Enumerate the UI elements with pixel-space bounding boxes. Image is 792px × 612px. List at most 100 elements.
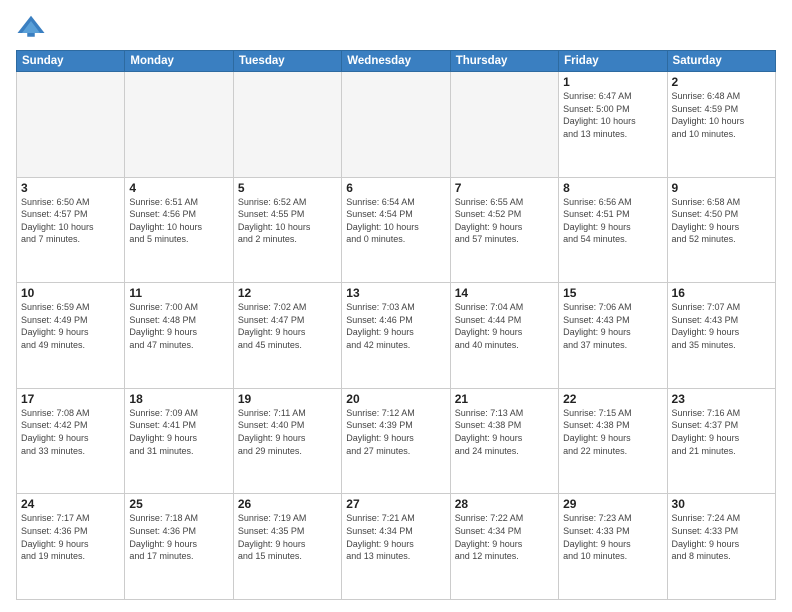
day-number: 11 <box>129 286 228 300</box>
day-detail: Sunrise: 7:06 AM Sunset: 4:43 PM Dayligh… <box>563 301 662 351</box>
day-number: 9 <box>672 181 771 195</box>
day-number: 6 <box>346 181 445 195</box>
day-number: 13 <box>346 286 445 300</box>
calendar-cell: 7Sunrise: 6:55 AM Sunset: 4:52 PM Daylig… <box>450 177 558 283</box>
day-header-sunday: Sunday <box>17 51 125 72</box>
day-header-friday: Friday <box>559 51 667 72</box>
day-number: 10 <box>21 286 120 300</box>
day-header-wednesday: Wednesday <box>342 51 450 72</box>
day-detail: Sunrise: 7:04 AM Sunset: 4:44 PM Dayligh… <box>455 301 554 351</box>
day-number: 18 <box>129 392 228 406</box>
day-number: 14 <box>455 286 554 300</box>
day-detail: Sunrise: 7:00 AM Sunset: 4:48 PM Dayligh… <box>129 301 228 351</box>
day-number: 19 <box>238 392 337 406</box>
calendar-cell: 25Sunrise: 7:18 AM Sunset: 4:36 PM Dayli… <box>125 494 233 600</box>
week-row-2: 3Sunrise: 6:50 AM Sunset: 4:57 PM Daylig… <box>17 177 776 283</box>
day-header-thursday: Thursday <box>450 51 558 72</box>
day-detail: Sunrise: 7:15 AM Sunset: 4:38 PM Dayligh… <box>563 407 662 457</box>
day-number: 23 <box>672 392 771 406</box>
day-detail: Sunrise: 6:47 AM Sunset: 5:00 PM Dayligh… <box>563 90 662 140</box>
calendar-cell: 22Sunrise: 7:15 AM Sunset: 4:38 PM Dayli… <box>559 388 667 494</box>
calendar-cell: 11Sunrise: 7:00 AM Sunset: 4:48 PM Dayli… <box>125 283 233 389</box>
calendar-body: 1Sunrise: 6:47 AM Sunset: 5:00 PM Daylig… <box>17 72 776 600</box>
calendar-cell: 10Sunrise: 6:59 AM Sunset: 4:49 PM Dayli… <box>17 283 125 389</box>
calendar: SundayMondayTuesdayWednesdayThursdayFrid… <box>16 50 776 600</box>
calendar-cell <box>125 72 233 178</box>
logo-icon <box>16 12 46 42</box>
day-number: 26 <box>238 497 337 511</box>
calendar-cell: 19Sunrise: 7:11 AM Sunset: 4:40 PM Dayli… <box>233 388 341 494</box>
day-number: 5 <box>238 181 337 195</box>
day-detail: Sunrise: 7:08 AM Sunset: 4:42 PM Dayligh… <box>21 407 120 457</box>
day-detail: Sunrise: 6:55 AM Sunset: 4:52 PM Dayligh… <box>455 196 554 246</box>
calendar-cell: 5Sunrise: 6:52 AM Sunset: 4:55 PM Daylig… <box>233 177 341 283</box>
calendar-cell: 16Sunrise: 7:07 AM Sunset: 4:43 PM Dayli… <box>667 283 775 389</box>
calendar-cell: 9Sunrise: 6:58 AM Sunset: 4:50 PM Daylig… <box>667 177 775 283</box>
day-number: 4 <box>129 181 228 195</box>
calendar-cell: 29Sunrise: 7:23 AM Sunset: 4:33 PM Dayli… <box>559 494 667 600</box>
calendar-cell: 24Sunrise: 7:17 AM Sunset: 4:36 PM Dayli… <box>17 494 125 600</box>
calendar-cell: 27Sunrise: 7:21 AM Sunset: 4:34 PM Dayli… <box>342 494 450 600</box>
week-row-1: 1Sunrise: 6:47 AM Sunset: 5:00 PM Daylig… <box>17 72 776 178</box>
calendar-cell: 17Sunrise: 7:08 AM Sunset: 4:42 PM Dayli… <box>17 388 125 494</box>
day-header-saturday: Saturday <box>667 51 775 72</box>
calendar-cell: 8Sunrise: 6:56 AM Sunset: 4:51 PM Daylig… <box>559 177 667 283</box>
calendar-cell: 4Sunrise: 6:51 AM Sunset: 4:56 PM Daylig… <box>125 177 233 283</box>
day-detail: Sunrise: 7:09 AM Sunset: 4:41 PM Dayligh… <box>129 407 228 457</box>
day-detail: Sunrise: 6:52 AM Sunset: 4:55 PM Dayligh… <box>238 196 337 246</box>
day-detail: Sunrise: 6:59 AM Sunset: 4:49 PM Dayligh… <box>21 301 120 351</box>
day-detail: Sunrise: 6:54 AM Sunset: 4:54 PM Dayligh… <box>346 196 445 246</box>
day-detail: Sunrise: 7:17 AM Sunset: 4:36 PM Dayligh… <box>21 512 120 562</box>
calendar-cell: 23Sunrise: 7:16 AM Sunset: 4:37 PM Dayli… <box>667 388 775 494</box>
day-detail: Sunrise: 6:51 AM Sunset: 4:56 PM Dayligh… <box>129 196 228 246</box>
week-row-4: 17Sunrise: 7:08 AM Sunset: 4:42 PM Dayli… <box>17 388 776 494</box>
calendar-cell: 28Sunrise: 7:22 AM Sunset: 4:34 PM Dayli… <box>450 494 558 600</box>
day-number: 22 <box>563 392 662 406</box>
calendar-cell <box>233 72 341 178</box>
day-detail: Sunrise: 7:24 AM Sunset: 4:33 PM Dayligh… <box>672 512 771 562</box>
calendar-cell: 30Sunrise: 7:24 AM Sunset: 4:33 PM Dayli… <box>667 494 775 600</box>
calendar-cell <box>17 72 125 178</box>
day-header-tuesday: Tuesday <box>233 51 341 72</box>
day-header-monday: Monday <box>125 51 233 72</box>
day-number: 3 <box>21 181 120 195</box>
calendar-cell: 18Sunrise: 7:09 AM Sunset: 4:41 PM Dayli… <box>125 388 233 494</box>
day-detail: Sunrise: 7:22 AM Sunset: 4:34 PM Dayligh… <box>455 512 554 562</box>
day-number: 25 <box>129 497 228 511</box>
day-detail: Sunrise: 7:07 AM Sunset: 4:43 PM Dayligh… <box>672 301 771 351</box>
calendar-cell: 2Sunrise: 6:48 AM Sunset: 4:59 PM Daylig… <box>667 72 775 178</box>
day-number: 12 <box>238 286 337 300</box>
calendar-cell <box>450 72 558 178</box>
calendar-cell: 26Sunrise: 7:19 AM Sunset: 4:35 PM Dayli… <box>233 494 341 600</box>
calendar-cell: 15Sunrise: 7:06 AM Sunset: 4:43 PM Dayli… <box>559 283 667 389</box>
calendar-cell: 3Sunrise: 6:50 AM Sunset: 4:57 PM Daylig… <box>17 177 125 283</box>
day-detail: Sunrise: 6:58 AM Sunset: 4:50 PM Dayligh… <box>672 196 771 246</box>
day-number: 21 <box>455 392 554 406</box>
day-detail: Sunrise: 6:56 AM Sunset: 4:51 PM Dayligh… <box>563 196 662 246</box>
day-number: 1 <box>563 75 662 89</box>
day-number: 16 <box>672 286 771 300</box>
day-number: 8 <box>563 181 662 195</box>
day-detail: Sunrise: 7:23 AM Sunset: 4:33 PM Dayligh… <box>563 512 662 562</box>
day-number: 20 <box>346 392 445 406</box>
calendar-cell: 6Sunrise: 6:54 AM Sunset: 4:54 PM Daylig… <box>342 177 450 283</box>
day-number: 17 <box>21 392 120 406</box>
day-detail: Sunrise: 6:48 AM Sunset: 4:59 PM Dayligh… <box>672 90 771 140</box>
calendar-cell: 12Sunrise: 7:02 AM Sunset: 4:47 PM Dayli… <box>233 283 341 389</box>
calendar-header: SundayMondayTuesdayWednesdayThursdayFrid… <box>17 51 776 72</box>
page: SundayMondayTuesdayWednesdayThursdayFrid… <box>0 0 792 612</box>
day-detail: Sunrise: 7:18 AM Sunset: 4:36 PM Dayligh… <box>129 512 228 562</box>
day-detail: Sunrise: 7:03 AM Sunset: 4:46 PM Dayligh… <box>346 301 445 351</box>
day-number: 2 <box>672 75 771 89</box>
logo <box>16 12 50 42</box>
day-number: 28 <box>455 497 554 511</box>
day-number: 24 <box>21 497 120 511</box>
calendar-cell: 21Sunrise: 7:13 AM Sunset: 4:38 PM Dayli… <box>450 388 558 494</box>
week-row-3: 10Sunrise: 6:59 AM Sunset: 4:49 PM Dayli… <box>17 283 776 389</box>
calendar-cell: 14Sunrise: 7:04 AM Sunset: 4:44 PM Dayli… <box>450 283 558 389</box>
day-detail: Sunrise: 7:19 AM Sunset: 4:35 PM Dayligh… <box>238 512 337 562</box>
day-detail: Sunrise: 7:02 AM Sunset: 4:47 PM Dayligh… <box>238 301 337 351</box>
day-detail: Sunrise: 7:16 AM Sunset: 4:37 PM Dayligh… <box>672 407 771 457</box>
day-detail: Sunrise: 7:21 AM Sunset: 4:34 PM Dayligh… <box>346 512 445 562</box>
day-number: 27 <box>346 497 445 511</box>
